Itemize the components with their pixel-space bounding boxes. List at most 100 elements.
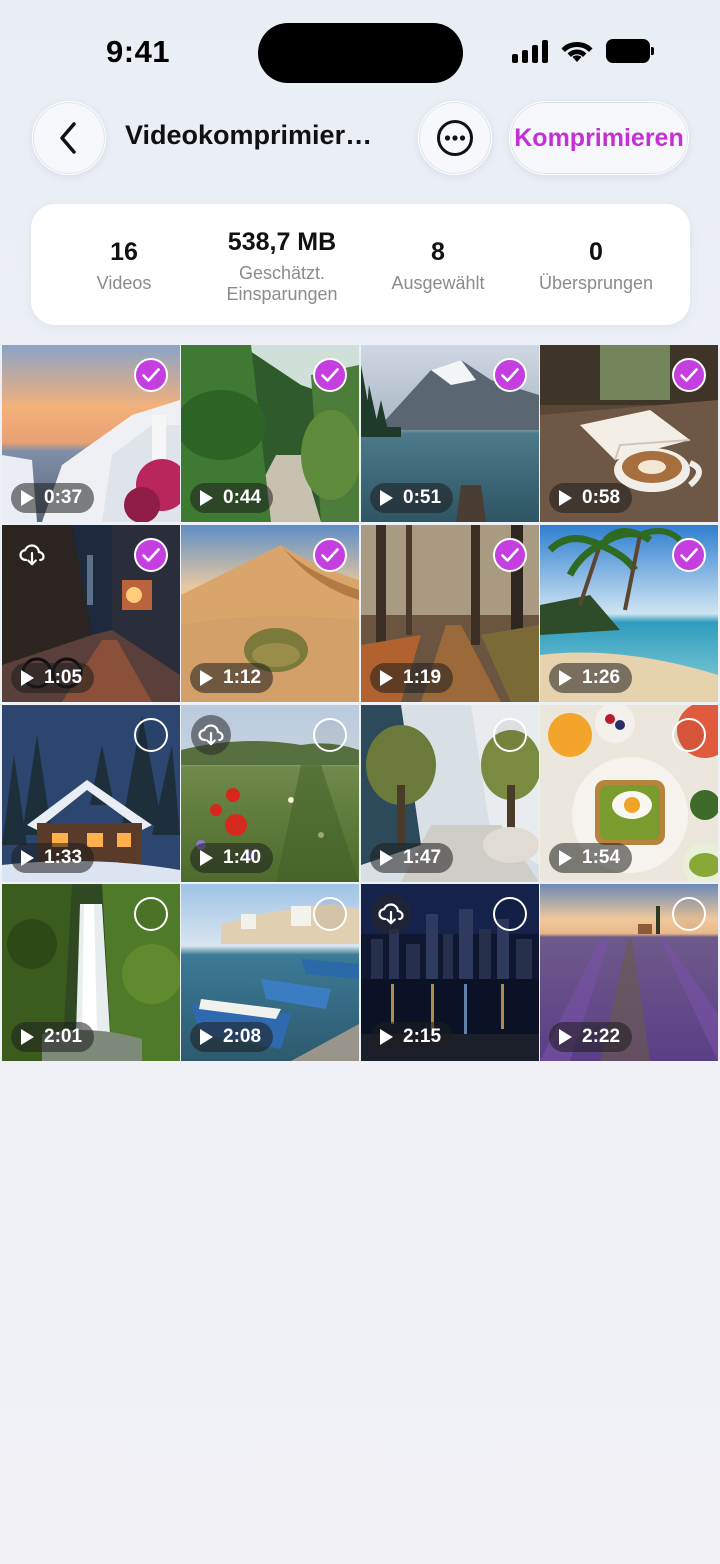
checkmark-icon [680, 548, 698, 562]
unselected-checkbox[interactable] [672, 897, 706, 931]
duration-badge: 0:58 [549, 483, 633, 513]
dynamic-island [258, 23, 463, 83]
video-thumbnail[interactable]: 0:58 [540, 345, 718, 522]
icloud-badge [12, 535, 52, 575]
cloud-download-icon [19, 544, 45, 566]
unselected-checkbox[interactable] [493, 718, 527, 752]
duration-badge: 2:01 [11, 1022, 95, 1052]
play-icon [380, 670, 393, 686]
selected-checkbox[interactable] [493, 538, 527, 572]
stat-savings: 538,7 MB Geschätzt. Einsparungen [202, 204, 362, 325]
video-thumbnail[interactable]: 1:40 [181, 705, 359, 882]
play-icon [21, 850, 34, 866]
selected-checkbox[interactable] [313, 538, 347, 572]
video-grid: 0:37 0:44 0:51 0:58 1:05 1:12 1:19 1:26 1:33 1:40… [0, 345, 720, 1063]
page-title: Videokomprimier… [125, 120, 373, 150]
duration-text: 2:22 [582, 1026, 621, 1047]
stat-selected: 8 Ausgewählt [369, 204, 507, 325]
stat-label: Videos [96, 273, 152, 293]
duration-text: 1:54 [582, 847, 621, 868]
video-thumbnail[interactable]: 1:33 [2, 705, 180, 882]
video-thumbnail[interactable]: 0:51 [361, 345, 539, 522]
unselected-checkbox[interactable] [313, 897, 347, 931]
wifi-icon [561, 42, 593, 62]
selected-checkbox[interactable] [313, 358, 347, 392]
battery-icon [606, 39, 654, 63]
checkmark-icon [501, 368, 519, 382]
stat-value: 538,7 MB [227, 228, 337, 256]
selected-checkbox[interactable] [672, 358, 706, 392]
play-icon [559, 490, 572, 506]
stat-label: Ausgewählt [391, 273, 485, 293]
play-icon [21, 1029, 34, 1045]
video-thumbnail[interactable]: 1:12 [181, 525, 359, 702]
unselected-checkbox[interactable] [672, 718, 706, 752]
play-icon [559, 1029, 572, 1045]
play-icon [200, 490, 213, 506]
icloud-badge [191, 715, 231, 755]
video-thumbnail[interactable]: 2:08 [181, 884, 359, 1061]
duration-text: 1:26 [582, 667, 621, 688]
duration-badge: 1:26 [549, 663, 633, 693]
cellular-signal-icon [512, 39, 548, 63]
video-thumbnail[interactable]: 1:54 [540, 705, 718, 882]
unselected-checkbox[interactable] [134, 718, 168, 752]
unselected-checkbox[interactable] [493, 897, 527, 931]
duration-badge: 1:54 [549, 843, 633, 873]
duration-badge: 2:22 [549, 1022, 633, 1052]
cloud-download-icon [378, 903, 404, 925]
selected-checkbox[interactable] [493, 358, 527, 392]
checkmark-icon [321, 548, 339, 562]
stat-label: Übersprungen [538, 273, 654, 293]
stat-videos: 16 Videos [55, 204, 193, 325]
stat-value: 8 [431, 238, 445, 266]
back-button[interactable] [32, 101, 106, 175]
video-thumbnail[interactable]: 2:15 [361, 884, 539, 1061]
stat-value: 0 [589, 238, 603, 266]
video-thumbnail[interactable]: 1:47 [361, 705, 539, 882]
duration-text: 1:47 [403, 847, 442, 868]
duration-badge: 2:08 [190, 1022, 274, 1052]
unselected-checkbox[interactable] [134, 897, 168, 931]
video-thumbnail[interactable]: 0:37 [2, 345, 180, 522]
checkmark-icon [501, 548, 519, 562]
duration-text: 1:33 [44, 847, 83, 868]
ellipsis-circle-icon [437, 120, 473, 156]
duration-badge: 1:40 [190, 843, 274, 873]
play-icon [380, 850, 393, 866]
duration-badge: 1:19 [370, 663, 454, 693]
cloud-download-icon [198, 724, 224, 746]
selected-checkbox[interactable] [134, 538, 168, 572]
duration-text: 1:40 [223, 847, 262, 868]
duration-text: 0:51 [403, 487, 442, 508]
status-time: 9:41 [106, 34, 171, 69]
play-icon [200, 1029, 213, 1045]
stat-skipped: 0 Übersprungen [521, 204, 671, 325]
more-options-button[interactable] [418, 101, 492, 175]
duration-badge: 0:51 [370, 483, 454, 513]
duration-badge: 1:33 [11, 843, 95, 873]
play-icon [200, 670, 213, 686]
video-thumbnail[interactable]: 0:44 [181, 345, 359, 522]
play-icon [21, 670, 34, 686]
duration-text: 1:19 [403, 667, 442, 688]
stat-value: 16 [110, 238, 138, 266]
video-thumbnail[interactable]: 1:19 [361, 525, 539, 702]
unselected-checkbox[interactable] [313, 718, 347, 752]
status-bar: 9:41 [0, 0, 720, 100]
play-icon [380, 490, 393, 506]
video-thumbnail[interactable]: 2:22 [540, 884, 718, 1061]
play-icon [21, 490, 34, 506]
video-thumbnail[interactable]: 2:01 [2, 884, 180, 1061]
duration-text: 0:44 [223, 487, 262, 508]
duration-text: 2:15 [403, 1026, 442, 1047]
play-icon [559, 850, 572, 866]
play-icon [380, 1029, 393, 1045]
duration-badge: 1:47 [370, 843, 454, 873]
compress-button[interactable]: Komprimieren [509, 101, 689, 175]
selected-checkbox[interactable] [134, 358, 168, 392]
video-thumbnail[interactable]: 1:26 [540, 525, 718, 702]
stats-card: 16 Videos 538,7 MB Geschätzt. Einsparung… [31, 204, 690, 325]
video-thumbnail[interactable]: 1:05 [2, 525, 180, 702]
selected-checkbox[interactable] [672, 538, 706, 572]
